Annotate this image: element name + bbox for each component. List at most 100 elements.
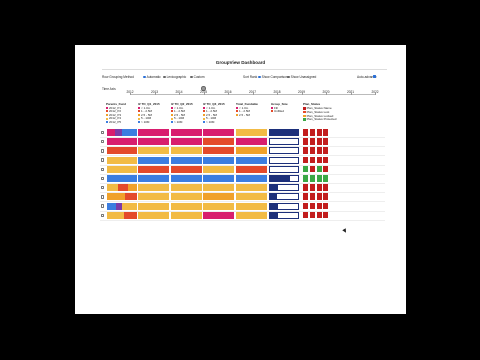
row-checkbox[interactable] <box>101 204 105 208</box>
parents-bar-segment <box>114 129 122 136</box>
bar-c1 <box>138 184 169 192</box>
parents-bar-segment <box>107 156 137 164</box>
status-square[interactable] <box>323 202 329 210</box>
row-divider <box>100 219 385 221</box>
status-square[interactable] <box>309 129 315 136</box>
legend-swatch <box>271 110 273 113</box>
legend-swatch <box>138 121 140 124</box>
legend-item: 2.5 - 5M <box>236 113 258 118</box>
divider <box>102 69 387 70</box>
year-tick <box>350 93 351 95</box>
bar-c2 <box>171 165 202 173</box>
status-square[interactable] <box>309 193 315 200</box>
status-square[interactable] <box>303 193 308 200</box>
status-square[interactable] <box>303 147 308 154</box>
parents-bar-segment <box>117 184 128 192</box>
radio-icon <box>287 75 290 79</box>
status-square[interactable] <box>303 138 308 145</box>
bar-c3 <box>203 193 234 201</box>
status-square[interactable] <box>316 138 322 145</box>
status-square[interactable] <box>303 211 308 219</box>
bar-c2 <box>171 147 202 155</box>
status-square[interactable] <box>316 193 322 200</box>
bar-c3 <box>203 175 234 182</box>
status-square[interactable] <box>316 184 322 191</box>
bar-c2 <box>171 175 202 182</box>
legend-text: 2012_P5 <box>109 119 122 124</box>
legend-text: > 10M <box>174 119 183 124</box>
bar-c1 <box>138 156 169 164</box>
status-square[interactable] <box>303 202 308 210</box>
parents-bar-segment <box>122 129 137 136</box>
status-square[interactable] <box>323 129 329 136</box>
status-square[interactable] <box>309 184 315 191</box>
sort-option-unassigned[interactable]: Show Unassigned <box>287 75 316 79</box>
status-square[interactable] <box>303 175 308 182</box>
group-size-fill <box>269 193 277 201</box>
status-square[interactable] <box>316 202 322 210</box>
status-square[interactable] <box>303 156 308 164</box>
status-square[interactable] <box>309 202 315 210</box>
row-checkbox[interactable] <box>101 158 105 162</box>
grouping-option-lexicographic[interactable]: Lexicographic <box>163 75 186 79</box>
parents-bar-segment <box>107 175 137 182</box>
status-square[interactable] <box>323 184 329 191</box>
legend-swatch <box>138 113 140 116</box>
legend-swatch <box>138 110 140 113</box>
legend-swatch <box>236 113 238 116</box>
status-square[interactable] <box>303 184 308 191</box>
status-square[interactable] <box>316 129 322 136</box>
bar-c4 <box>236 165 267 173</box>
bar-c4 <box>236 175 267 182</box>
status-square[interactable] <box>303 129 308 136</box>
bar-c2 <box>171 138 202 146</box>
sort-option-comparison[interactable]: Show Comparison <box>258 75 288 79</box>
legend-swatch <box>138 106 140 109</box>
parents-bar-segment <box>107 202 116 210</box>
status-square[interactable] <box>309 156 315 164</box>
status-square[interactable] <box>316 211 322 219</box>
legend-item: > 10M <box>203 120 225 125</box>
status-square[interactable] <box>316 147 322 154</box>
grouping-option-automatic[interactable]: Automatic <box>143 75 161 79</box>
status-square[interactable] <box>323 138 329 145</box>
grouping-option-custom[interactable]: Custom <box>190 75 205 79</box>
status-square[interactable] <box>323 211 329 219</box>
legend-swatch <box>203 117 205 120</box>
status-square[interactable] <box>309 147 315 154</box>
status-square[interactable] <box>309 175 315 182</box>
status-square[interactable] <box>309 165 315 173</box>
bar-c1 <box>138 138 169 146</box>
year-tick <box>228 93 229 95</box>
bar-c2 <box>171 211 202 219</box>
status-square[interactable] <box>309 211 315 219</box>
status-square[interactable] <box>316 175 322 182</box>
legend-swatch <box>171 110 173 113</box>
bar-c3 <box>203 129 234 136</box>
row-checkbox[interactable] <box>101 130 105 135</box>
legend-swatch <box>271 106 273 109</box>
legend-item: > 10M <box>171 119 193 125</box>
parents-bar-segment <box>107 147 137 155</box>
parents-bar-segment <box>122 202 137 210</box>
status-square[interactable] <box>323 156 329 164</box>
parents-bar-segment <box>107 211 124 219</box>
status-square[interactable] <box>316 165 322 173</box>
status-square[interactable] <box>309 138 315 145</box>
status-square[interactable] <box>323 165 329 173</box>
row-checkbox[interactable] <box>101 149 105 153</box>
year-tick <box>130 93 131 95</box>
radio-icon <box>258 75 261 79</box>
row-checkbox[interactable] <box>101 195 105 199</box>
status-square[interactable] <box>303 165 308 173</box>
status-square[interactable] <box>316 156 322 164</box>
bar-c4 <box>236 193 267 201</box>
radio-icon <box>190 75 193 79</box>
bar-c3 <box>203 184 234 192</box>
status-square[interactable] <box>323 147 329 154</box>
group-size-fill <box>269 211 278 219</box>
row-checkbox[interactable] <box>101 176 105 181</box>
status-square[interactable] <box>323 193 329 200</box>
status-square[interactable] <box>323 175 329 182</box>
legend-swatch <box>106 121 108 124</box>
